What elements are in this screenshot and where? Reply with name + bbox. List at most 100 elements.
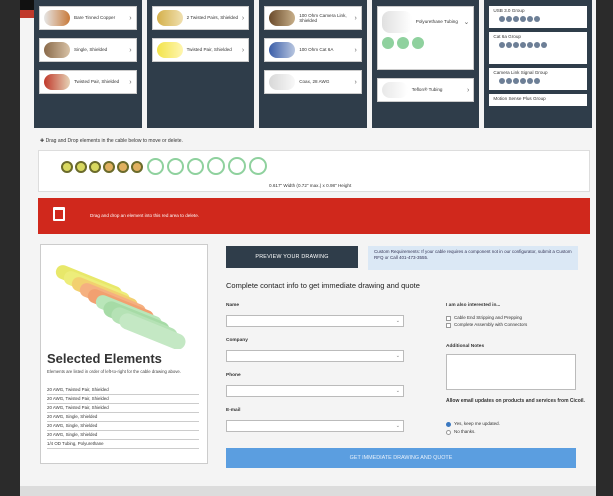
stripping-checkbox[interactable] (446, 316, 451, 321)
coax-icon (269, 74, 296, 90)
twisted-pair-icon (156, 42, 183, 58)
name-field[interactable]: ⌄ (226, 315, 404, 327)
chevron-down-icon: ⌄ (463, 19, 470, 26)
tubing-size-option[interactable] (381, 37, 394, 49)
list-item: 20 AWG, Single, Shielded (47, 431, 199, 440)
palette-item[interactable]: 100 Ohm Cat 6A › (264, 38, 362, 62)
updates-yes-radio[interactable] (446, 422, 451, 427)
chevron-right-icon: › (241, 46, 245, 54)
camera-link-icon (269, 10, 296, 26)
palette-item-label: Single, Shielded (74, 47, 108, 53)
footer-bar (20, 486, 596, 496)
assembly-option-label: Complete Assembly with Connectors (454, 322, 528, 327)
palette-item[interactable]: Polyurethane Tubing ⌄ (376, 6, 475, 70)
field-caret-icon: ⌄ (395, 353, 400, 359)
cable-element[interactable] (249, 157, 267, 175)
palette-item[interactable]: 100 Ohm Camera Link, Shielded › (264, 6, 362, 30)
cable-element[interactable] (131, 161, 143, 173)
group-preview-icon (499, 16, 583, 22)
delete-drop-zone[interactable]: Drag and drop an element into this red a… (38, 198, 590, 234)
list-item: 20 AWG, Twisted Pair, Shielded (47, 386, 199, 395)
email-label: E-mail (226, 408, 241, 413)
twisted-pairs-icon (156, 10, 183, 26)
selected-elements-title: Selected Elements (47, 351, 162, 366)
form-title: Complete contact info to get immediate d… (226, 281, 420, 290)
tubing-icon (381, 11, 412, 33)
cable-element[interactable] (228, 157, 246, 175)
phone-label: Phone (226, 373, 241, 378)
cable-element[interactable] (187, 158, 204, 175)
chevron-right-icon: › (467, 86, 470, 94)
company-field[interactable]: ⌄ (226, 350, 404, 362)
palette-item-label: Twisted Pair, Shielded (74, 79, 120, 85)
field-caret-icon: ⌄ (395, 318, 400, 324)
preview-drawing-button[interactable]: PREVIEW YOUR DRAWING (226, 246, 358, 268)
interest-title: I am also interested in... (446, 303, 501, 308)
palette-group-label: USB 3.0 Group (493, 8, 525, 13)
palette-item-label: Coax, 28 AWG (299, 79, 330, 85)
cable-element[interactable] (167, 158, 184, 175)
stripping-option-label: Cable End Stripping and Prepping (454, 315, 523, 320)
drag-hint-text: Drag and Drop elements in the cable belo… (45, 138, 183, 144)
list-item: 20 AWG, Twisted Pair, Shielded (47, 395, 199, 404)
submit-quote-button[interactable]: GET IMMEDIATE DRAWING AND QUOTE (226, 448, 576, 468)
updates-no-radio[interactable] (446, 430, 451, 435)
cable-element[interactable] (103, 161, 115, 173)
palette-item[interactable]: Twisted Pair, Shielded › (151, 38, 250, 62)
chevron-right-icon: › (354, 14, 357, 22)
palette-group-label: Motion Sense Plus Group (493, 96, 546, 101)
chevron-right-icon: › (354, 78, 357, 86)
palette-item-label: Polyurethane Tubing (415, 19, 458, 25)
palette-column-3: 100 Ohm Camera Link, Shielded › 100 Ohm … (259, 0, 367, 128)
group-preview-icon (499, 42, 583, 48)
palette-item-label: 100 Ohm Camera Link, Shielded (299, 12, 347, 24)
field-caret-icon: ⌄ (395, 388, 400, 394)
palette-item[interactable]: Bare Tinned Copper › (39, 6, 137, 30)
cable-dimensions: 0.617" Width (0.72" max.) x 0.98" Height (269, 183, 352, 188)
cable-element[interactable] (207, 157, 225, 175)
assembly-checkbox[interactable] (446, 323, 451, 328)
palette-item[interactable]: Teflon® Tubing › (376, 78, 475, 102)
palette-item-label: 100 Ohm Cat 6A (299, 47, 334, 53)
palette-group[interactable]: Camera Link Signal Group (489, 68, 587, 90)
palette-item-label: 2 Twisted Pairs, Shielded (186, 15, 239, 21)
name-label: Name (226, 303, 240, 308)
palette-group[interactable]: Cat 6a Group (489, 32, 587, 64)
palette-group[interactable]: USB 3.0 Group (489, 6, 587, 28)
corner-dark-accent (20, 0, 34, 10)
company-label: Company (226, 338, 248, 343)
updates-yes-label: Yes, keep me updated. (454, 421, 500, 426)
palette-item[interactable]: Coax, 28 AWG › (264, 70, 362, 94)
trash-icon (53, 207, 65, 221)
cable-element[interactable] (117, 161, 129, 173)
chevron-right-icon: › (129, 78, 132, 86)
cable-element[interactable] (61, 161, 73, 173)
chevron-right-icon: › (241, 14, 245, 22)
phone-field[interactable]: ⌄ (226, 385, 404, 397)
notes-textarea[interactable] (446, 354, 576, 390)
palette-column-2: 2 Twisted Pairs, Shielded › Twisted Pair… (146, 0, 255, 128)
palette-group-label: Camera Link Signal Group (493, 70, 548, 75)
list-item: 20 AWG, Twisted Pair, Shielded (47, 404, 199, 413)
group-preview-icon (499, 78, 583, 84)
chevron-right-icon: › (354, 46, 357, 54)
palette-group-label: Cat 6a Group (493, 34, 521, 39)
shielded-wire-icon (44, 42, 70, 58)
cat6a-icon (269, 42, 296, 58)
selected-elements-list: 20 AWG, Twisted Pair, Shielded 20 AWG, T… (47, 386, 199, 449)
palette-group[interactable]: Motion Sense Plus Group (489, 94, 587, 106)
move-icon: ✚ (40, 138, 45, 144)
palette-item[interactable]: 2 Twisted Pairs, Shielded › (151, 6, 250, 30)
tubing-size-option[interactable] (396, 37, 409, 49)
tubing-size-option[interactable] (411, 37, 424, 49)
cable-element[interactable] (75, 161, 87, 173)
palette-item[interactable]: Twisted Pair, Shielded › (39, 70, 137, 94)
palette-item-label: Teflon® Tubing (411, 87, 443, 93)
cable-drawing-area[interactable]: 0.617" Width (0.72" max.) x 0.98" Height (38, 150, 590, 192)
cable-element[interactable] (89, 161, 101, 173)
palette-item[interactable]: Single, Shielded › (39, 38, 137, 62)
updates-no-label: No thanks. (454, 429, 476, 434)
email-field[interactable]: ⌄ (226, 420, 404, 432)
chevron-right-icon: › (129, 14, 132, 22)
cable-element[interactable] (147, 158, 164, 175)
